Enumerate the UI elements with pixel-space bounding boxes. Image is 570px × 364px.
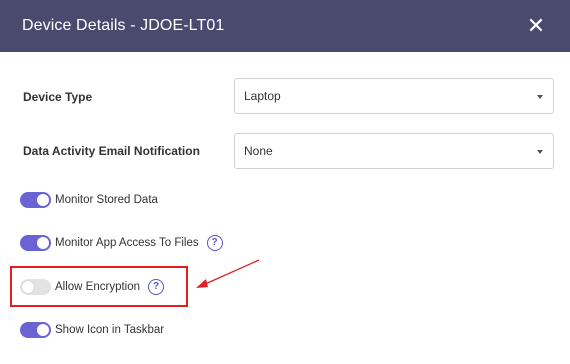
- annotation-arrow-icon: [196, 259, 260, 288]
